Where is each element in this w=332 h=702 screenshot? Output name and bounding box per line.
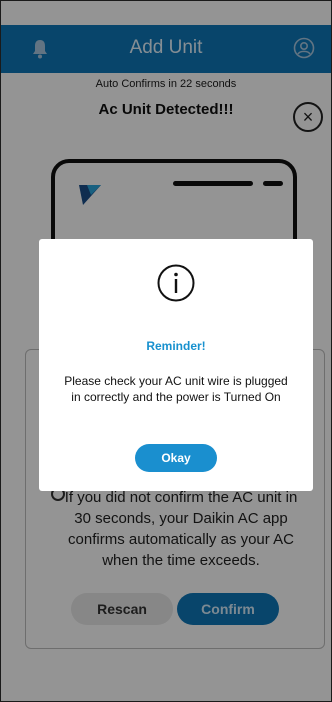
reminder-dialog: Reminder! Please check your AC unit wire…: [39, 239, 313, 491]
dialog-heading: Reminder!: [146, 339, 206, 353]
info-icon: [157, 264, 195, 302]
dialog-message: Please check your AC unit wire is plugge…: [64, 374, 288, 404]
okay-button[interactable]: Okay: [135, 444, 217, 472]
app-screen: Add Unit Auto Confirms in 22 seconds Ac …: [0, 0, 332, 702]
